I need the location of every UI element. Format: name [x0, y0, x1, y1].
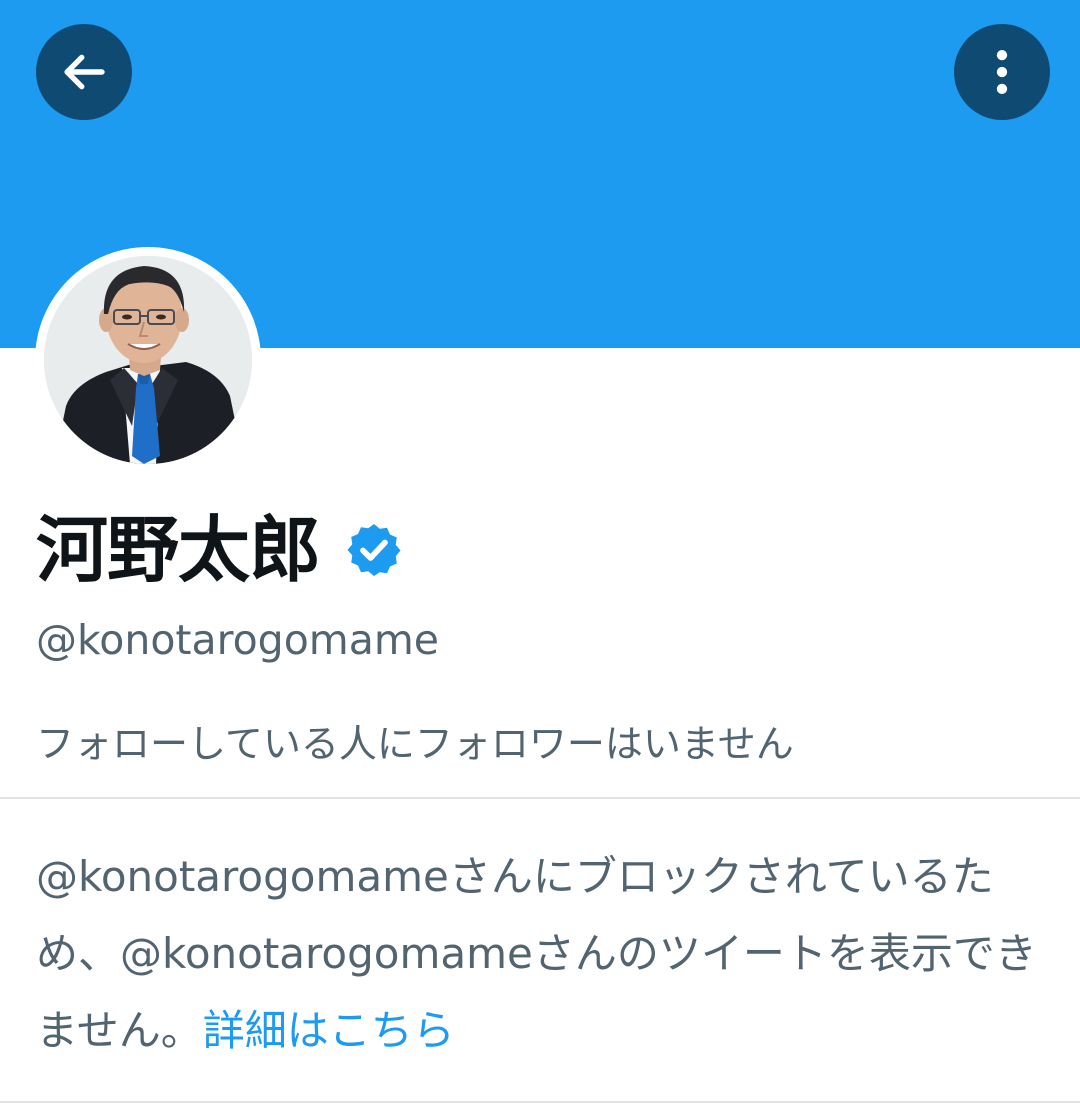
blocked-message-text: @konotarogomameさんにブロックされているため、@konotarog… [36, 852, 1037, 1055]
profile-handle: @konotarogomame [36, 616, 440, 664]
profile-photo [44, 256, 252, 464]
blocked-notice: @konotarogomameさんにブロックされているため、@konotarog… [36, 838, 1056, 1069]
followers-you-know[interactable]: フォローしている人にフォロワーはいません [36, 716, 794, 772]
divider [0, 797, 1080, 799]
divider [0, 1101, 1080, 1103]
more-options-button[interactable] [954, 24, 1050, 120]
name-row: 河野太郎 [36, 500, 404, 600]
verified-badge-icon [347, 524, 401, 576]
learn-more-link[interactable]: 詳細はこちら [203, 1006, 455, 1055]
avatar[interactable] [44, 256, 252, 464]
more-vertical-icon [996, 49, 1008, 95]
display-name: 河野太郎 [36, 508, 321, 592]
arrow-left-icon [64, 54, 105, 90]
back-button[interactable] [36, 24, 132, 120]
